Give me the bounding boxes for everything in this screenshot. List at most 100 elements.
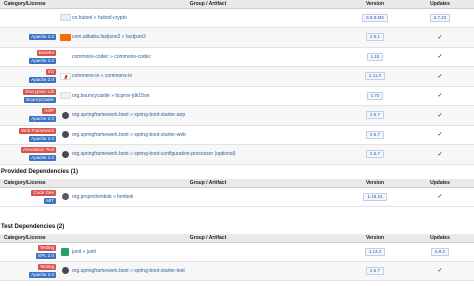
header-updates: Updates [406,0,474,9]
artifact-link[interactable]: org.projectlombok » lombok [72,187,344,207]
logo-cell [58,261,72,281]
artifact-link[interactable]: com.alibaba.fastjson2 » fastjson2 [72,27,344,48]
updates-cell: ✓ [406,144,474,165]
version-link[interactable]: 4.13.2 [364,247,386,256]
header-updates: Updates [406,179,474,188]
artifact-link[interactable]: org.bouncycastle » bcprov-jdk15on [72,86,344,106]
category-badge[interactable]: Annotation Tool [21,147,56,154]
table-row: Web Framework Apache 2.0 org.springframewo… [0,125,474,145]
license-badge[interactable]: BouncyCastle [24,96,56,103]
artifact-link[interactable]: commons-codec » commons-codec [72,47,344,67]
provided-dependencies-table: Category/License Group / Artifact Versio… [0,179,474,207]
logo-cell [58,86,72,106]
updates-cell: ✓ [406,47,474,67]
version-cell: 2.6.7 [344,261,406,281]
license-badge[interactable]: Apache 2.0 [29,57,56,64]
category-badge[interactable]: Testing [37,244,56,251]
provided-dependencies-title: Provided Dependencies (1) [1,169,79,175]
alibaba-logo-icon[interactable] [59,33,71,41]
artifact-link[interactable]: org.springframework.boot » spring-boot-c… [72,144,344,165]
version-link[interactable]: 1.15 [366,52,384,61]
up-to-date-check-icon: ✓ [437,268,443,274]
up-to-date-check-icon: ✓ [437,73,443,80]
license-badge[interactable]: MIT [44,197,56,204]
category-cell: Apache 2.0 [0,27,58,48]
license-badge[interactable]: EPL 2.0 [36,252,56,259]
artifact-link[interactable]: commons-io » commons-io [72,66,344,87]
up-to-date-check-icon: ✓ [437,132,443,139]
update-version-link[interactable]: 5.7.22 [429,13,451,22]
table-row: Apache 2.0 com.alibaba.fastjson2 » fastjs… [0,27,474,48]
header-version: Version [344,0,406,9]
version-cell: 1.70 [344,86,406,106]
category-badge[interactable]: I/O [45,69,56,76]
junit-logo-icon[interactable] [61,247,69,256]
category-badge[interactable]: Code Gen [31,189,56,196]
spring-logo-icon[interactable] [61,111,69,119]
category-cell: Code Gen MIT [0,187,58,207]
license-badge[interactable]: Apache 2.0 [29,77,56,84]
license-badge[interactable]: Apache 2.0 [29,155,56,162]
version-link[interactable]: 2.6.7 [365,150,384,159]
version-link[interactable]: 5.8.0.M3 [362,13,388,22]
table-row: I/O Apache 2.0 commons-io » commons-io 2.11… [0,66,474,87]
artifact-link[interactable]: org.springframework.boot » spring-boot-s… [72,105,344,126]
version-link[interactable]: 2.0.1 [365,33,384,42]
category-badge[interactable]: AOP [42,108,56,115]
category-badge[interactable]: Base64 [36,49,56,56]
artifact-link[interactable]: org.springframework.boot » spring-boot-s… [72,125,344,145]
table-row: Code Gen MIT org.projectlombok » lombok 1.1… [0,187,474,207]
lombok-logo-icon[interactable] [61,193,69,200]
up-to-date-check-icon: ✓ [437,34,443,41]
header-icon [58,0,72,9]
placeholder-logo-icon[interactable] [60,53,71,60]
license-badge[interactable]: Apache 2.0 [29,116,56,123]
license-badge[interactable]: Apache 2.0 [29,135,56,142]
license-badge[interactable]: Apache 2.0 [29,34,56,41]
up-to-date-check-icon: ✓ [437,151,443,158]
version-cell: 4.13.2 [344,242,406,262]
version-link[interactable]: 2.6.7 [365,266,384,275]
table-header-row: Category/License Group / Artifact Versio… [0,179,474,188]
up-to-date-check-icon: ✓ [437,93,443,100]
artifact-link[interactable]: cn.hutool » hutool-crypto [72,8,344,28]
updates-cell: 5.8.2 [406,242,474,262]
category-badge[interactable]: Encryption Lib [23,88,56,95]
spring-logo-icon[interactable] [61,267,69,274]
version-link[interactable]: 1.70 [366,91,384,100]
artifact-link[interactable]: junit » junit [72,242,344,262]
spring-logo-icon[interactable] [61,150,69,158]
table-header-row: Category/License Group / Artifact Versio… [0,234,474,243]
up-to-date-check-icon: ✓ [437,112,443,119]
logo-cell [58,66,72,87]
hutool-logo-icon[interactable] [59,14,71,22]
license-badge[interactable]: Apache 2.0 [29,271,56,278]
header-category: Category/License [0,234,58,243]
java-logo-icon[interactable] [59,72,71,80]
category-cell [0,8,58,28]
up-to-date-check-icon: ✓ [437,194,443,200]
update-version-link[interactable]: 5.8.2 [430,247,449,256]
up-to-date-check-icon: ✓ [437,54,443,61]
header-category: Category/License [0,0,58,9]
table-header-row: Category/License Group / Artifact Versio… [0,0,474,9]
version-link[interactable]: 2.6.7 [365,130,384,139]
version-link[interactable]: 2.11.0 [364,72,386,81]
version-link[interactable]: 2.6.7 [365,111,384,120]
version-link[interactable]: 1.18.24 [363,192,387,201]
artifact-link[interactable]: org.springframework.boot » spring-boot-s… [72,261,344,281]
updates-cell: ✓ [406,86,474,106]
logo-cell [58,187,72,207]
main-dependencies-table: Category/License Group / Artifact Versio… [0,0,474,165]
spring-logo-icon[interactable] [61,131,69,139]
table-row: Base64 Apache 2.0 commons-codec » commons-… [0,47,474,67]
version-cell: 2.6.7 [344,105,406,126]
category-badge[interactable]: Web Framework [19,127,56,134]
bc-logo-icon[interactable] [59,92,71,100]
category-badge[interactable]: Testing [37,263,56,270]
category-cell: Annotation Tool Apache 2.0 [0,144,58,165]
table-row: Testing EPL 2.0 junit » junit 4.13.2 5.8.2 [0,242,474,262]
header-category: Category/License [0,179,58,188]
category-cell: Web Framework Apache 2.0 [0,125,58,145]
category-cell: I/O Apache 2.0 [0,66,58,87]
